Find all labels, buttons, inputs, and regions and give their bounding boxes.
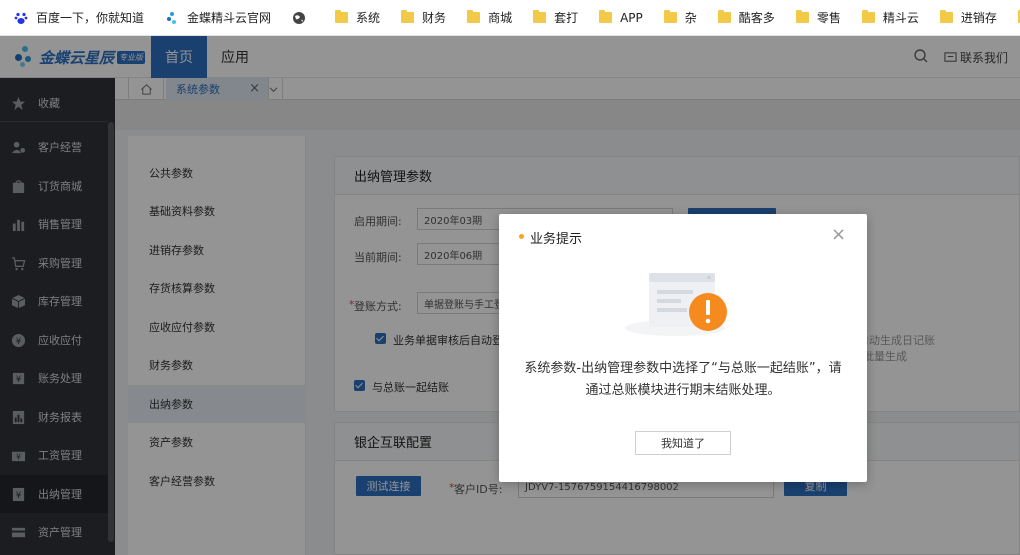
bookmark-folder[interactable]: 套打 (533, 9, 578, 26)
bookmarks-bar: 百度一下，你就知道 金蝶精斗云官网 系统 财务 商城 套打 APP 杂 酷客多 … (0, 0, 1020, 36)
acknowledge-button[interactable]: 我知道了 (635, 431, 731, 455)
bookmark-baidu[interactable]: 百度一下，你就知道 (14, 9, 144, 26)
bookmark-folder[interactable]: 商城 (467, 9, 512, 26)
bookmark-label: 精斗云 (882, 11, 919, 25)
bookmark-folder[interactable]: 财务 (401, 9, 446, 26)
bookmark-label: APP (620, 10, 643, 25)
bookmark-label: 商城 (488, 11, 513, 25)
dialog-title: 业务提示 (530, 232, 583, 247)
bookmark-kingdee[interactable]: 金蝶精斗云官网 (165, 9, 271, 26)
folder-icon (401, 10, 415, 23)
title-dot-icon (519, 234, 524, 239)
kingdee-logo-icon (167, 11, 177, 24)
bookmark-folder[interactable]: 酷客多 (717, 9, 775, 26)
bookmark-folder[interactable]: 零售 (795, 9, 841, 26)
folder-icon (467, 10, 481, 23)
bookmark-label: 杂 (684, 11, 697, 25)
bookmark-label: 系统 (356, 11, 381, 25)
globe-icon (293, 11, 306, 24)
bookmark-label: 酷客多 (738, 11, 775, 25)
bookmark-label: 进销存 (960, 11, 997, 25)
bookmark-label: 零售 (816, 11, 841, 25)
bookmark-label: 财务 (422, 11, 447, 25)
baidu-paw-icon (14, 12, 28, 24)
bookmark-folder[interactable]: 系统 (335, 9, 380, 26)
folder-icon (663, 10, 677, 23)
bookmark-label: 金蝶精斗云官网 (187, 11, 272, 25)
folder-icon (533, 10, 547, 23)
bookmark-folder[interactable]: APP (599, 10, 643, 25)
folder-icon (861, 10, 875, 23)
folder-icon (795, 10, 809, 23)
bookmark-folder[interactable]: 进销存 (939, 9, 997, 26)
dialog-message: 系统参数-出纳管理参数中选择了“与总账一起结账”，请通过总账模块进行期末结账处理… (524, 361, 842, 398)
business-tip-dialog: 业务提示 × 系统参数-出纳管理参数中选择了“与总账一起结账”，请通过总账模块进… (499, 214, 867, 482)
bookmark-folder[interactable]: 精斗云 (861, 9, 919, 26)
bookmark-label: 百度一下，你就知道 (36, 11, 145, 25)
bookmark-folder[interactable]: 杂 (663, 9, 697, 26)
folder-icon (599, 10, 613, 23)
folder-icon (717, 10, 731, 23)
folder-icon (335, 10, 349, 23)
close-icon[interactable]: × (831, 226, 846, 244)
warning-illustration-icon (625, 273, 727, 336)
folder-icon (939, 10, 953, 23)
bookmark-globe[interactable] (292, 11, 314, 25)
bookmark-label: 套打 (554, 11, 579, 25)
